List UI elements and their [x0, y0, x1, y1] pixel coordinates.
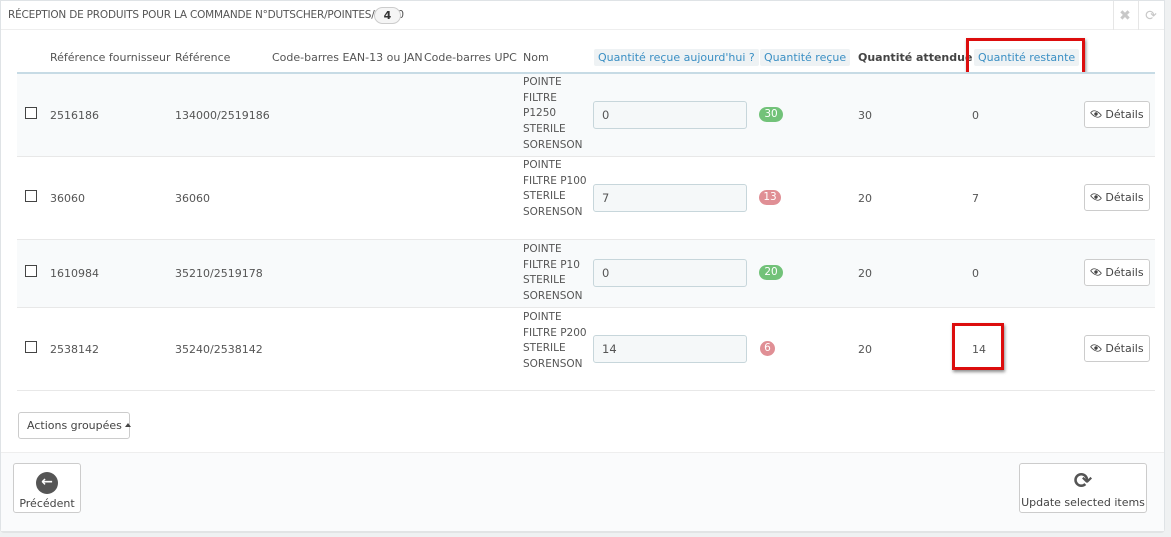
cell-reference: 35240/2538142 — [175, 343, 263, 356]
cell-reference: 35210/2519178 — [175, 267, 263, 280]
refresh-icon: ⟳ — [1073, 469, 1093, 494]
qty-today-input[interactable]: 0 — [593, 101, 747, 129]
eye-icon — [1090, 107, 1103, 121]
eye-icon — [1090, 341, 1103, 355]
row-checkbox[interactable] — [25, 107, 37, 119]
col-header-name: Nom — [523, 51, 549, 64]
cell-qty-expected: 30 — [858, 109, 872, 122]
cell-supplier-ref: 2538142 — [50, 343, 99, 356]
cell-qty-remaining: 7 — [972, 192, 979, 205]
qty-received-badge: 13 — [759, 190, 781, 205]
cell-qty-remaining: 0 — [972, 109, 979, 122]
row-divider — [17, 390, 1155, 391]
row-divider — [17, 156, 1155, 157]
row-divider — [17, 307, 1155, 308]
bulk-actions-label: Actions groupées — [27, 419, 122, 432]
row-checkbox[interactable] — [25, 265, 37, 277]
details-button[interactable]: Détails — [1084, 259, 1150, 286]
update-label: Update selected items — [1021, 496, 1145, 509]
eye-icon — [1090, 265, 1103, 279]
col-header-supplier-ref: Référence fournisseur — [50, 51, 171, 64]
close-icon[interactable]: ✖ — [1117, 8, 1133, 24]
col-header-upc: Code-barres UPC — [424, 51, 517, 64]
cell-qty-expected: 20 — [858, 192, 872, 205]
caret-up-icon — [124, 423, 131, 427]
cell-supplier-ref: 1610984 — [50, 267, 99, 280]
cell-name: POINTE FILTRE P200 STERILE SORENSON — [523, 311, 587, 371]
update-selected-button[interactable]: ⟳ Update selected items — [1019, 463, 1147, 513]
qty-today-input[interactable]: 0 — [593, 259, 747, 287]
cell-supplier-ref: 36060 — [50, 192, 85, 205]
highlight-box-remaining — [952, 323, 1004, 370]
cell-reference: 134000/2519186 — [175, 109, 270, 122]
qty-received-badge: 20 — [759, 265, 783, 280]
header-divider — [1138, 1, 1139, 30]
qty-today-input[interactable]: 7 — [593, 184, 747, 212]
panel-heading: Réception de produits pour la commande n… — [1, 1, 1164, 30]
cell-qty-expected: 20 — [858, 267, 872, 280]
details-label: Détails — [1105, 342, 1144, 355]
arrow-left-circle-icon: ← — [36, 472, 58, 494]
col-header-ean13: Code-barres EAN-13 ou JAN — [272, 51, 423, 64]
details-button[interactable]: Détails — [1084, 101, 1150, 128]
back-button[interactable]: ← Précédent — [13, 463, 81, 513]
cell-name: POINTE FILTRE P10 STERILE SORENSON — [523, 243, 583, 303]
details-label: Détails — [1105, 191, 1144, 204]
details-label: Détails — [1105, 266, 1144, 279]
cell-supplier-ref: 2516186 — [50, 109, 99, 122]
details-label: Détails — [1105, 108, 1144, 121]
back-label: Précédent — [19, 497, 75, 510]
col-header-qty-expected: Quantité attendue — [858, 51, 973, 64]
eye-icon — [1090, 190, 1103, 204]
col-header-qty-today[interactable]: Quantité reçue aujourd'hui ? — [594, 49, 759, 66]
col-header-qty-received[interactable]: Quantité reçue — [760, 49, 851, 66]
refresh-icon[interactable]: ⟳ — [1143, 8, 1159, 24]
qty-today-input[interactable]: 14 — [593, 335, 747, 363]
cell-name: POINTE FILTRE P100 STERILE SORENSON — [523, 159, 587, 219]
product-count-badge: 4 — [374, 7, 401, 24]
qty-received-badge: 30 — [759, 107, 783, 122]
col-header-reference: Référence — [175, 51, 231, 64]
cell-qty-expected: 20 — [858, 343, 872, 356]
qty-received-badge: 6 — [760, 341, 775, 356]
page-title: Réception de produits pour la commande n… — [8, 9, 404, 21]
details-button[interactable]: Détails — [1084, 184, 1150, 211]
cell-reference: 36060 — [175, 192, 210, 205]
bulk-actions-button[interactable]: Actions groupées — [18, 412, 131, 439]
receipt-panel: Réception de produits pour la commande n… — [0, 0, 1165, 531]
panel-footer: ← Précédent ⟳ Update selected items — [1, 452, 1164, 531]
details-button[interactable]: Détails — [1084, 335, 1150, 362]
header-divider — [1113, 1, 1114, 30]
cell-qty-remaining: 0 — [972, 267, 979, 280]
cell-name: POINTE FILTRE P1250 STERILE SORENSON — [523, 76, 583, 151]
row-checkbox[interactable] — [25, 341, 37, 353]
row-checkbox[interactable] — [25, 190, 37, 202]
